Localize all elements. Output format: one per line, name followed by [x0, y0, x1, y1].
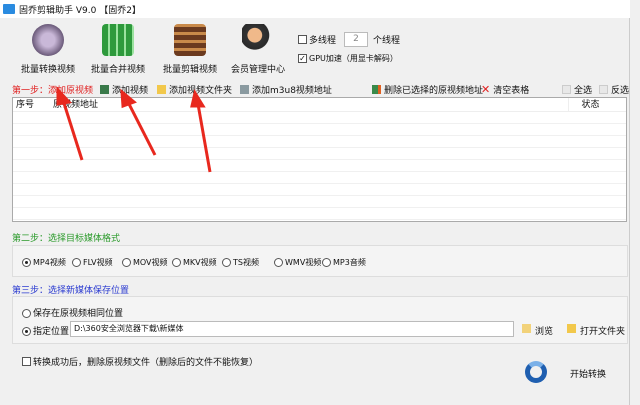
annotation-arrows [0, 0, 640, 405]
red-arrow-3 [198, 104, 210, 172]
red-arrow-head-2 [122, 92, 134, 106]
red-arrow-1 [63, 100, 82, 160]
red-arrow-head-1 [58, 90, 69, 104]
red-arrow-head-3 [192, 93, 203, 106]
red-arrow-2 [128, 102, 155, 155]
